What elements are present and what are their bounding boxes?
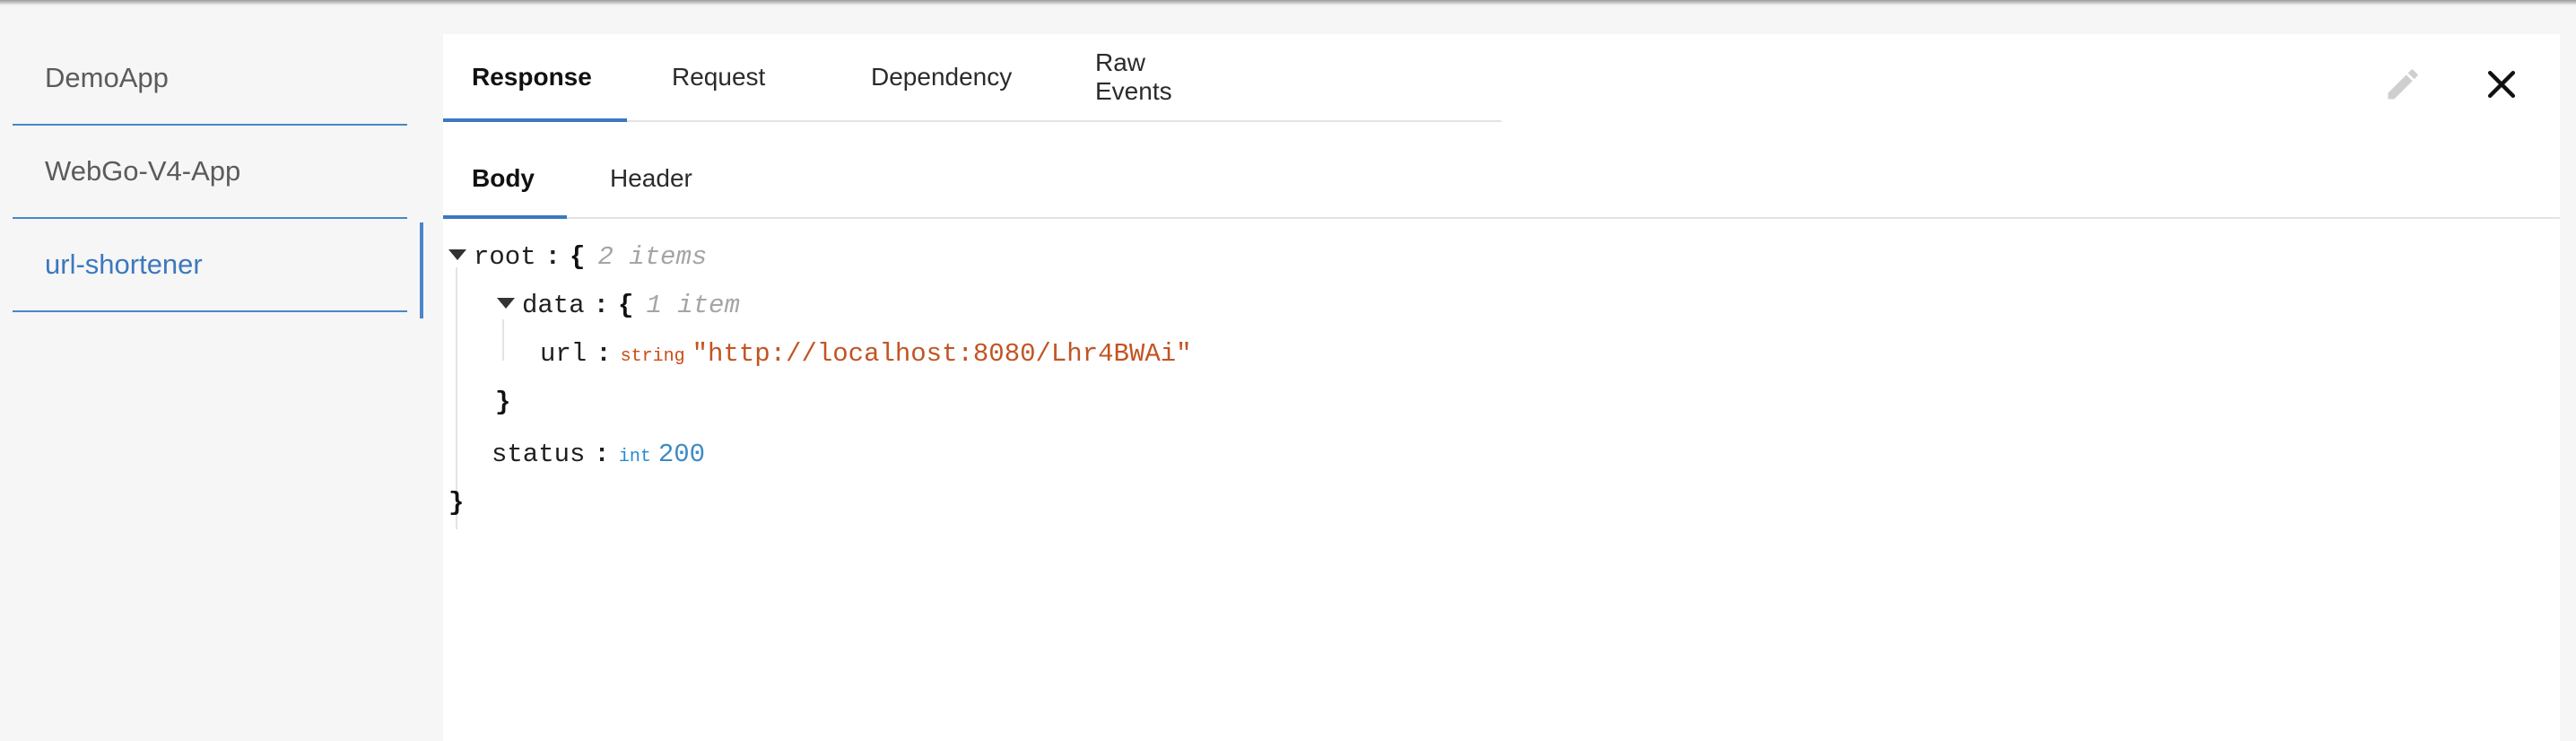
main-tabs: Response Request Dependency Raw Events — [443, 34, 1501, 122]
tab-raw-events[interactable]: Raw Events — [1066, 34, 1246, 120]
collapse-caret-icon[interactable] — [497, 298, 515, 309]
json-open-brace: { — [618, 291, 634, 320]
json-type-int: int — [618, 447, 651, 467]
sidebar-item-webgo-v4-app[interactable]: WebGo-V4-App — [13, 126, 407, 219]
json-root-row: root : { 2 items — [448, 242, 707, 272]
json-colon: : — [593, 291, 610, 320]
sidebar-item-demoapp[interactable]: DemoApp — [13, 32, 407, 126]
details-panel: Response Request Dependency Raw Events B… — [443, 34, 2560, 741]
json-item-count: 2 items — [597, 242, 708, 272]
json-key-data: data — [522, 291, 585, 320]
json-colon: : — [596, 339, 612, 369]
sidebar-item-url-shortener[interactable]: url-shortener — [13, 219, 407, 312]
window-top-shadow — [0, 0, 2576, 5]
json-colon: : — [544, 242, 561, 272]
json-key-root: root — [474, 242, 536, 272]
json-type-string: string — [620, 346, 685, 367]
close-icon[interactable] — [2482, 65, 2521, 104]
pencil-icon[interactable] — [2383, 65, 2423, 104]
tree-guide-data — [502, 319, 504, 361]
tab-dependency[interactable]: Dependency — [842, 34, 1066, 120]
json-url-row: url : string "http://localhost:8080/Lhr4… — [540, 339, 1192, 369]
tab-body[interactable]: Body — [443, 140, 567, 219]
collapse-caret-icon[interactable] — [448, 249, 466, 260]
json-item-count: 1 item — [646, 291, 740, 320]
app-sidebar: DemoApp WebGo-V4-App url-shortener — [13, 32, 407, 312]
json-data-close: } — [495, 388, 511, 417]
sidebar-active-indicator — [420, 222, 423, 318]
tab-request[interactable]: Request — [627, 34, 842, 120]
body-header-tabs: Body Header — [443, 140, 2560, 219]
json-colon: : — [594, 440, 610, 469]
json-viewer: root : { 2 items data : { 1 item url : s… — [443, 222, 2560, 581]
json-value-url[interactable]: "http://localhost:8080/Lhr4BWAi" — [692, 339, 1192, 369]
tab-response[interactable]: Response — [443, 34, 627, 122]
json-key-status: status — [492, 440, 586, 469]
json-status-row: status : int 200 — [492, 440, 705, 469]
tab-header[interactable]: Header — [567, 140, 721, 217]
json-value-status[interactable]: 200 — [658, 440, 705, 469]
json-data-row: data : { 1 item — [497, 291, 740, 320]
json-open-brace: { — [570, 242, 586, 272]
json-root-close: } — [448, 488, 465, 518]
json-key-url: url — [540, 339, 587, 369]
